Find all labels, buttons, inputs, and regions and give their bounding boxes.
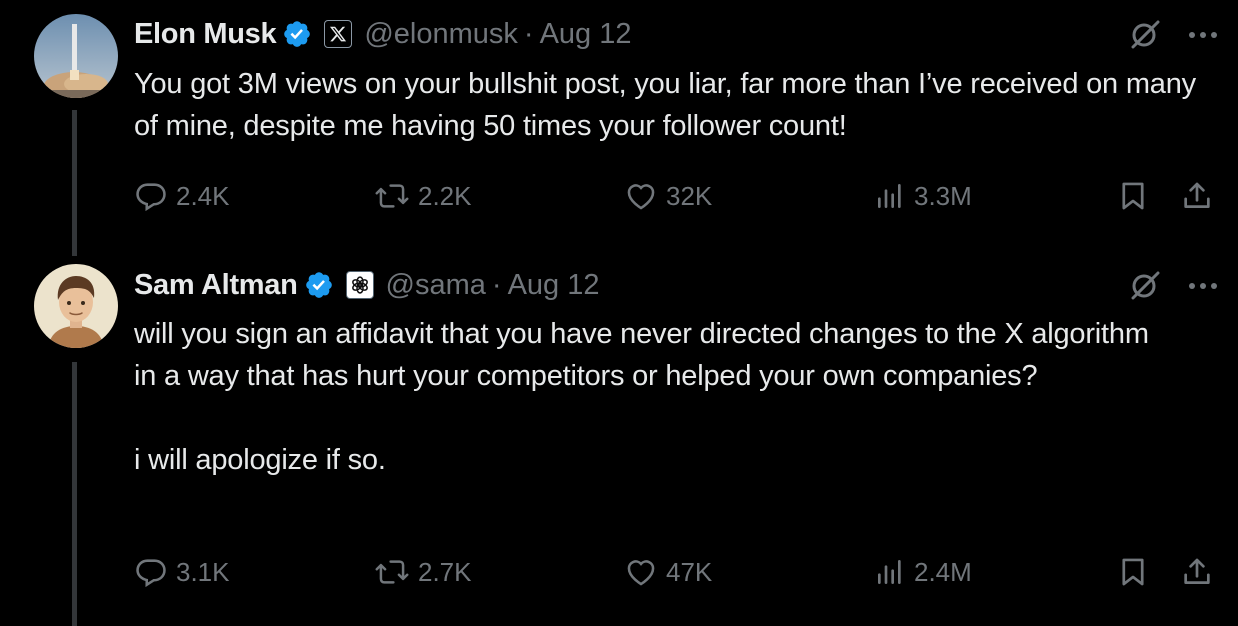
display-name[interactable]: Elon Musk bbox=[134, 18, 277, 51]
repost-icon bbox=[375, 560, 409, 584]
like-button[interactable]: 47K bbox=[624, 554, 712, 590]
share-button[interactable] bbox=[1180, 554, 1222, 590]
tweet-date[interactable]: Aug 12 bbox=[508, 269, 600, 302]
tweet-header: Sam Altman @sama · Aug 12 bbox=[134, 265, 599, 305]
cartoon-portrait-avatar-icon bbox=[34, 264, 118, 348]
reply-count: 3.1K bbox=[176, 556, 230, 587]
tweet-metrics: 2.4K 2.2K 32K 3.3M bbox=[134, 178, 1218, 214]
reply-icon bbox=[136, 559, 166, 588]
tweet-sama[interactable]: Sam Altman @sama · Aug 12 will you sign … bbox=[0, 250, 1238, 626]
repost-button[interactable]: 2.7K bbox=[374, 554, 472, 590]
separator-dot: · bbox=[523, 17, 534, 50]
user-handle[interactable]: @sama bbox=[386, 269, 486, 302]
repost-icon bbox=[375, 184, 409, 208]
view-count: 2.4M bbox=[914, 556, 972, 587]
bookmark-icon bbox=[1122, 558, 1144, 586]
reply-count: 2.4K bbox=[176, 180, 230, 211]
views-icon bbox=[878, 560, 901, 584]
bookmark-button[interactable] bbox=[1116, 554, 1158, 590]
more-options-icon[interactable] bbox=[1188, 31, 1218, 39]
views-button[interactable]: 2.4M bbox=[874, 554, 972, 590]
like-count: 32K bbox=[666, 180, 713, 211]
verified-badge-icon bbox=[304, 270, 334, 300]
avatar[interactable] bbox=[34, 264, 118, 348]
reply-button[interactable]: 2.4K bbox=[134, 178, 230, 214]
bookmark-icon bbox=[1122, 182, 1144, 210]
views-button[interactable]: 3.3M bbox=[874, 178, 972, 214]
tweet-metrics: 3.1K 2.7K 47K 2.4M bbox=[134, 554, 1218, 590]
tweet-paragraph: will you sign an affidavit that you have… bbox=[134, 318, 1149, 392]
share-button[interactable] bbox=[1180, 178, 1222, 214]
verified-badge-icon bbox=[282, 19, 312, 49]
tweet-top-actions bbox=[1128, 269, 1218, 303]
share-icon bbox=[1184, 558, 1210, 584]
share-icon bbox=[1184, 182, 1210, 208]
x-logo-icon[interactable] bbox=[324, 20, 353, 48]
reply-button[interactable]: 3.1K bbox=[134, 554, 230, 590]
tweet-text: You got 3M views on your bullshit post, … bbox=[134, 63, 1214, 147]
tweet-paragraph: i will apologize if so. bbox=[134, 444, 386, 476]
user-handle[interactable]: @elonmusk bbox=[364, 18, 518, 51]
rocket-avatar-icon bbox=[34, 14, 118, 98]
heart-icon bbox=[627, 184, 655, 210]
tweet-text: will you sign an affidavit that you have… bbox=[134, 313, 1174, 481]
tweet-date[interactable]: Aug 12 bbox=[540, 18, 632, 51]
grok-icon[interactable] bbox=[1128, 269, 1162, 303]
views-icon bbox=[878, 184, 901, 208]
tweet-top-actions bbox=[1128, 18, 1218, 52]
tweet-elon[interactable]: Elon Musk @elonmusk · Aug 12 You got 3M … bbox=[0, 0, 1238, 250]
separator-dot: · bbox=[491, 268, 502, 301]
openai-logo-icon[interactable] bbox=[345, 271, 374, 299]
repost-button[interactable]: 2.2K bbox=[374, 178, 472, 214]
view-count: 3.3M bbox=[914, 180, 972, 211]
avatar[interactable] bbox=[34, 14, 118, 98]
display-name[interactable]: Sam Altman bbox=[134, 269, 298, 302]
tweet-header: Elon Musk @elonmusk · Aug 12 bbox=[134, 14, 631, 54]
bookmark-button[interactable] bbox=[1116, 178, 1158, 214]
like-count: 47K bbox=[666, 556, 713, 587]
repost-count: 2.7K bbox=[418, 556, 472, 587]
tweet-paragraph: You got 3M views on your bullshit post, … bbox=[134, 68, 1196, 142]
grok-icon[interactable] bbox=[1128, 18, 1162, 52]
like-button[interactable]: 32K bbox=[624, 178, 712, 214]
reply-icon bbox=[136, 183, 166, 212]
heart-icon bbox=[627, 560, 655, 586]
more-options-icon[interactable] bbox=[1188, 282, 1218, 290]
repost-count: 2.2K bbox=[418, 180, 472, 211]
